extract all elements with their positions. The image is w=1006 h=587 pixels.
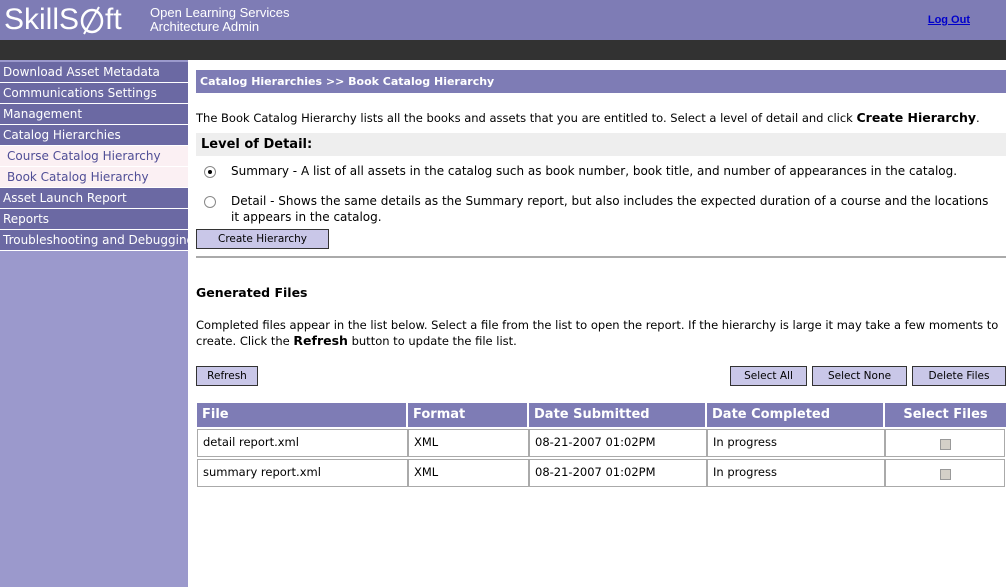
- refresh-button[interactable]: Refresh: [196, 366, 258, 386]
- sidebar-subitem-book-catalog-hierarchy[interactable]: Book Catalog Hierarchy: [0, 167, 188, 188]
- cell-format: XML: [408, 459, 529, 487]
- cell-select: [885, 429, 1005, 457]
- logo-text-tail: ft: [105, 3, 122, 36]
- cell-file[interactable]: detail report.xml: [197, 429, 408, 457]
- column-header-date-submitted: Date Submitted: [529, 403, 707, 427]
- generated-files-description: Completed files appear in the list below…: [196, 318, 1006, 349]
- logo-text: SkillS: [4, 3, 80, 36]
- main-content: Catalog Hierarchies >> Book Catalog Hier…: [196, 60, 1006, 587]
- sidebar: Download Asset Metadata Communications S…: [0, 60, 194, 587]
- sidebar-item-troubleshooting[interactable]: Troubleshooting and Debugging: [0, 230, 194, 251]
- app-subtitle: Open Learning Services Architecture Admi…: [150, 6, 289, 34]
- sidebar-item-download-asset-metadata[interactable]: Download Asset Metadata: [0, 62, 188, 83]
- intro-text: The Book Catalog Hierarchy lists all the…: [196, 110, 980, 125]
- detail-radio[interactable]: [204, 196, 216, 208]
- cell-format: XML: [408, 429, 529, 457]
- create-hierarchy-button[interactable]: Create Hierarchy: [196, 229, 329, 249]
- delete-files-button[interactable]: Delete Files: [912, 366, 1006, 386]
- summary-radio[interactable]: [204, 166, 216, 178]
- subtitle-line-2: Architecture Admin: [150, 19, 260, 34]
- app-header: SkillS ft Open Learning Services Archite…: [0, 0, 1006, 40]
- sidebar-subitem-course-catalog-hierarchy[interactable]: Course Catalog Hierarchy: [0, 146, 188, 167]
- option-summary-row: Summary - A list of all assets in the ca…: [204, 163, 994, 179]
- generated-desc-end: button to update the file list.: [347, 334, 517, 348]
- cell-date-completed: In progress: [707, 429, 885, 457]
- select-file-checkbox[interactable]: [940, 439, 951, 450]
- level-of-detail-heading: Level of Detail:: [196, 133, 1006, 156]
- column-header-file: File: [197, 403, 408, 427]
- detail-option-label: Detail - Shows the same details as the S…: [231, 194, 989, 224]
- option-detail-row: Detail - Shows the same details as the S…: [204, 193, 994, 225]
- cell-date-submitted: 08-21-2007 01:02PM: [529, 429, 707, 457]
- sidebar-item-catalog-hierarchies[interactable]: Catalog Hierarchies: [0, 125, 188, 146]
- sidebar-item-communications-settings[interactable]: Communications Settings: [0, 83, 188, 104]
- sidebar-item-reports[interactable]: Reports: [0, 209, 188, 230]
- select-file-checkbox[interactable]: [940, 469, 951, 480]
- sidebar-item-asset-launch-report[interactable]: Asset Launch Report: [0, 188, 188, 209]
- select-none-button[interactable]: Select None: [812, 366, 907, 386]
- generated-files-title: Generated Files: [196, 285, 308, 300]
- header-dark-bar: [0, 40, 1006, 60]
- generated-desc-bold: Refresh: [293, 333, 348, 348]
- logo-o-icon: [80, 6, 104, 35]
- column-header-date-completed: Date Completed: [707, 403, 885, 427]
- intro-text-start: The Book Catalog Hierarchy lists all the…: [196, 111, 857, 125]
- summary-option-label: Summary - A list of all assets in the ca…: [231, 164, 958, 178]
- cell-file[interactable]: summary report.xml: [197, 459, 408, 487]
- cell-date-submitted: 08-21-2007 01:02PM: [529, 459, 707, 487]
- column-header-select-files: Select Files: [885, 403, 1006, 427]
- column-header-format: Format: [408, 403, 529, 427]
- subtitle-line-1: Open Learning Services: [150, 5, 290, 20]
- logout-link[interactable]: Log Out: [928, 14, 970, 26]
- skillsoft-logo: SkillS ft: [4, 2, 122, 38]
- cell-select: [885, 459, 1005, 487]
- section-divider: [196, 256, 1006, 258]
- sidebar-item-management[interactable]: Management: [0, 104, 188, 125]
- breadcrumb: Catalog Hierarchies >> Book Catalog Hier…: [196, 70, 1006, 93]
- intro-text-end: .: [976, 111, 980, 125]
- intro-text-bold: Create Hierarchy: [856, 110, 976, 125]
- cell-date-completed: In progress: [707, 459, 885, 487]
- select-all-button[interactable]: Select All: [730, 366, 807, 386]
